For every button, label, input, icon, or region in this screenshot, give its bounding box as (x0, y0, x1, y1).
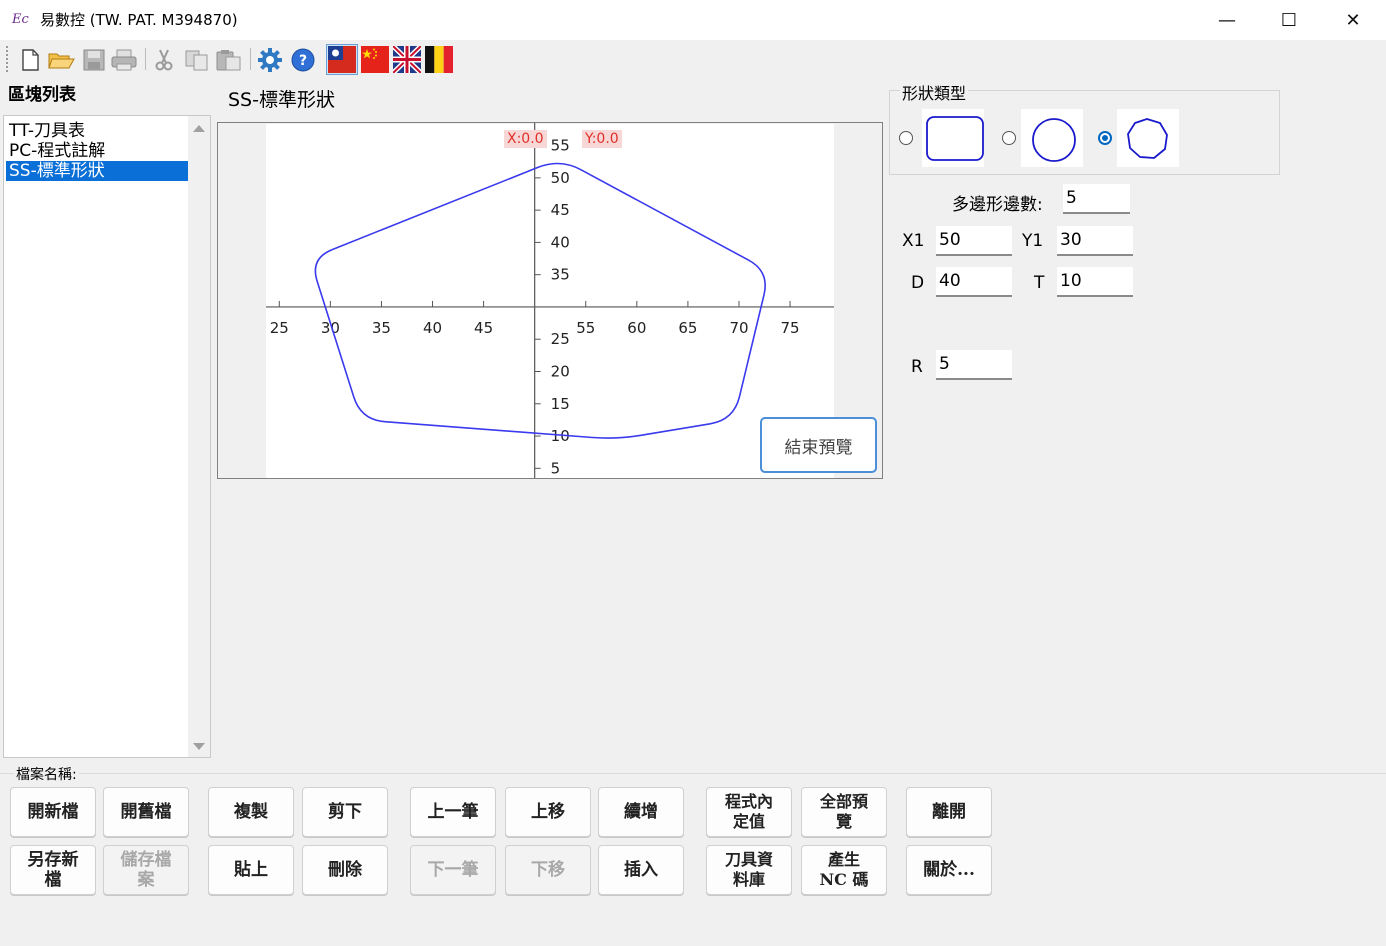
tool-database-button[interactable]: 刀具資 料庫 (706, 845, 792, 895)
new-file-button[interactable]: 開新檔 (10, 787, 96, 837)
sides-label: 多邊形邊數: (952, 195, 1043, 215)
copy-button[interactable]: 複製 (208, 787, 294, 837)
toolbar: ? (0, 40, 1386, 78)
y-tick-label: 20 (551, 363, 570, 381)
list-item-selected[interactable]: SS-標準形狀 (6, 161, 189, 181)
preview-title: SS-標準形狀 (228, 89, 335, 111)
t-field[interactable]: 10 (1057, 267, 1133, 297)
x-tick-label: 70 (729, 319, 748, 337)
continue-add-button[interactable]: 續增 (598, 787, 684, 837)
divider (0, 773, 1386, 774)
d-label: D (911, 273, 925, 293)
minimize-button[interactable]: — (1196, 0, 1258, 40)
x-tick-label: 25 (270, 319, 289, 337)
save-file-button[interactable]: 儲存檔 案 (103, 845, 189, 895)
flag-china-icon[interactable] (361, 46, 389, 73)
toolbar-separator (250, 48, 251, 70)
toolbar-separator (145, 48, 146, 70)
exit-button[interactable]: 離開 (906, 787, 992, 837)
flag-taiwan-icon[interactable] (328, 46, 356, 73)
list-item[interactable]: PC-程式註解 (6, 141, 189, 161)
y-tick-label: 45 (551, 201, 570, 219)
shape-radio-circle[interactable] (1002, 131, 1016, 145)
flag-belgium-icon[interactable] (425, 46, 453, 73)
svg-text:?: ? (299, 53, 307, 69)
save-icon[interactable] (80, 46, 108, 74)
open-file-button[interactable]: 開舊檔 (103, 787, 189, 837)
polygon-shape-icon[interactable] (1117, 109, 1179, 167)
y-tick-label: 5 (551, 459, 561, 477)
copy-icon[interactable] (183, 46, 211, 74)
program-defaults-button[interactable]: 程式內 定值 (706, 787, 792, 837)
block-list-label: 區塊列表 (8, 85, 76, 105)
flag-uk-icon[interactable] (391, 44, 423, 75)
x-tick-label: 40 (423, 319, 442, 337)
toolbar-grip (6, 46, 10, 72)
close-button[interactable]: ✕ (1322, 0, 1384, 40)
x-tick-label: 45 (474, 319, 493, 337)
x1-label: X1 (902, 231, 925, 251)
r-label: R (911, 357, 923, 377)
print-icon[interactable] (110, 46, 138, 74)
d-field[interactable]: 40 (936, 267, 1012, 297)
x-tick-label: 35 (372, 319, 391, 337)
y-tick-label: 35 (551, 266, 570, 284)
list-scrollbar[interactable] (188, 116, 210, 757)
scroll-down-icon[interactable] (193, 743, 205, 750)
file-name-label: 檔案名稱: (14, 764, 79, 784)
x-tick-label: 60 (627, 319, 646, 337)
shape-radio-rounded-rectangle[interactable] (899, 131, 913, 145)
y1-field[interactable]: 30 (1057, 226, 1133, 256)
cut-button[interactable]: 剪下 (302, 787, 388, 837)
circle-shape-icon[interactable] (1021, 109, 1083, 167)
sides-field[interactable]: 5 (1063, 184, 1130, 214)
x1-field[interactable]: 50 (936, 226, 1012, 256)
app-icon: Ec (12, 12, 29, 27)
cut-icon[interactable] (150, 46, 178, 74)
move-down-button[interactable]: 下移 (505, 845, 591, 895)
paste-button[interactable]: 貼上 (208, 845, 294, 895)
y-tick-label: 50 (551, 169, 570, 187)
maximize-button[interactable]: ☐ (1258, 0, 1320, 40)
y-tick-label: 15 (551, 395, 570, 413)
preview-all-button[interactable]: 全部預 覽 (801, 787, 887, 837)
next-record-button[interactable]: 下一筆 (410, 845, 496, 895)
previous-record-button[interactable]: 上一筆 (410, 787, 496, 837)
help-icon[interactable]: ? (289, 46, 317, 74)
y-tick-label: 40 (551, 233, 570, 251)
shape-radio-polygon[interactable] (1098, 131, 1112, 145)
list-item[interactable]: TT-刀具表 (6, 121, 189, 141)
t-label: T (1034, 273, 1045, 293)
save-as-button[interactable]: 另存新 檔 (10, 845, 96, 895)
delete-button[interactable]: 刪除 (302, 845, 388, 895)
insert-button[interactable]: 插入 (598, 845, 684, 895)
shape-type-label: 形狀類型 (900, 80, 969, 104)
paste-icon[interactable] (215, 46, 243, 74)
y-coordinate-readout: Y:0.0 (582, 130, 622, 148)
y-tick-label: 55 (551, 137, 570, 155)
new-file-icon[interactable] (16, 46, 44, 74)
block-list[interactable]: TT-刀具表 PC-程式註解 SS-標準形狀 (3, 115, 211, 758)
end-preview-button[interactable]: 結束預覽 (760, 417, 877, 473)
window-title: 易數控 (TW. PAT. M394870) (40, 11, 238, 29)
r-field[interactable]: 5 (936, 350, 1012, 380)
scroll-up-icon[interactable] (193, 125, 205, 132)
x-tick-label: 55 (576, 319, 595, 337)
settings-gear-icon[interactable] (256, 46, 284, 74)
generate-nc-code-button[interactable]: 產生 NC 碼 (801, 845, 887, 895)
rounded-rectangle-shape-icon[interactable] (922, 109, 984, 167)
move-up-button[interactable]: 上移 (505, 787, 591, 837)
y1-label: Y1 (1022, 231, 1044, 251)
title-bar: Ec 易數控 (TW. PAT. M394870) — ☐ ✕ (0, 0, 1386, 40)
x-coordinate-readout: X:0.0 (504, 130, 547, 148)
x-tick-label: 75 (781, 319, 800, 337)
x-tick-label: 65 (678, 319, 697, 337)
y-tick-label: 25 (551, 330, 570, 348)
open-folder-icon[interactable] (47, 46, 75, 74)
about-button[interactable]: 關於... (906, 845, 992, 895)
